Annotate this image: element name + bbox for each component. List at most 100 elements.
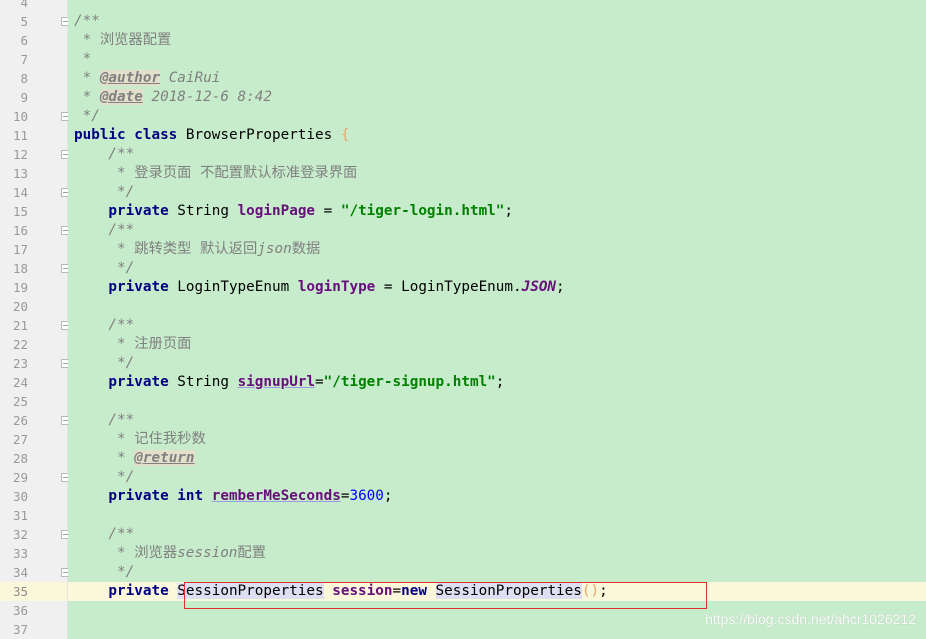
line-gutter[interactable]: 28 — [0, 449, 68, 468]
line-gutter[interactable]: 21 — [0, 316, 70, 335]
code-content[interactable]: * @date 2018-12-6 8:42 — [68, 88, 926, 107]
line-gutter[interactable]: 16 — [0, 221, 70, 240]
code-line[interactable]: 24 private String signupUrl="/tiger-sign… — [0, 373, 926, 392]
code-line[interactable]: 20 — [0, 297, 926, 316]
line-gutter[interactable]: 6 — [0, 31, 68, 50]
code-content[interactable]: * @return — [68, 449, 926, 468]
line-gutter[interactable]: 37 — [0, 620, 68, 639]
code-content[interactable]: */ — [68, 468, 926, 487]
line-gutter[interactable]: 13 — [0, 164, 68, 183]
line-gutter[interactable]: 34 — [0, 563, 70, 582]
line-gutter[interactable]: 12 — [0, 145, 70, 164]
code-content[interactable]: /** — [68, 12, 926, 31]
code-line[interactable]: 22 * 注册页面 — [0, 335, 926, 354]
line-gutter[interactable]: 22 — [0, 335, 68, 354]
code-line[interactable]: 19 private LoginTypeEnum loginType = Log… — [0, 278, 926, 297]
code-line[interactable]: 17 * 跳转类型 默认返回json数据 — [0, 240, 926, 259]
code-line[interactable]: 29 */ — [0, 468, 926, 487]
code-line[interactable]: 27 * 记住我秒数 — [0, 430, 926, 449]
line-gutter[interactable]: 10 — [0, 107, 70, 126]
code-content[interactable]: private SessionProperties session=new Se… — [68, 582, 926, 601]
code-line[interactable]: 12 /** — [0, 145, 926, 164]
line-gutter[interactable]: 24 — [0, 373, 68, 392]
code-content[interactable]: */ — [68, 259, 926, 278]
code-line[interactable]: 23 */ — [0, 354, 926, 373]
code-line[interactable]: 9 * @date 2018-12-6 8:42 — [0, 88, 926, 107]
code-content[interactable]: * — [68, 50, 926, 69]
line-gutter[interactable]: 27 — [0, 430, 68, 449]
code-editor[interactable]: 4 5/** 6 * 浏览器配置 7 * 8 * @author CaiRui 9 * @… — [0, 0, 926, 639]
code-content[interactable] — [68, 297, 926, 316]
line-gutter[interactable]: 7 — [0, 50, 68, 69]
code-content[interactable]: public class BrowserProperties { — [68, 126, 926, 145]
code-content[interactable]: private String signupUrl="/tiger-signup.… — [68, 373, 926, 392]
code-content[interactable]: /** — [68, 221, 926, 240]
line-gutter[interactable]: 33 — [0, 544, 68, 563]
code-content[interactable]: private LoginTypeEnum loginType = LoginT… — [68, 278, 926, 297]
code-content[interactable]: /** — [68, 145, 926, 164]
code-line[interactable]: 18 */ — [0, 259, 926, 278]
line-gutter[interactable]: 9 — [0, 88, 68, 107]
code-content[interactable] — [68, 506, 926, 525]
code-line[interactable]: 25 — [0, 392, 926, 411]
code-content[interactable]: */ — [68, 563, 926, 582]
code-content[interactable]: * 浏览器配置 — [68, 31, 926, 50]
code-line[interactable]: 4 — [0, 0, 926, 12]
code-content[interactable] — [68, 0, 926, 12]
line-gutter[interactable]: 8 — [0, 69, 68, 88]
code-line[interactable]: 5 /** — [0, 12, 926, 31]
code-line[interactable]: 30 private int remberMeSeconds=3600; — [0, 487, 926, 506]
code-line[interactable]: 28 * @return — [0, 449, 926, 468]
line-gutter[interactable]: 5 — [0, 12, 70, 31]
code-line[interactable]: 10 */ — [0, 107, 926, 126]
code-content[interactable]: */ — [68, 107, 926, 126]
line-gutter[interactable]: 35 — [0, 582, 68, 601]
code-content[interactable] — [68, 392, 926, 411]
line-gutter[interactable]: 31 — [0, 506, 68, 525]
code-content[interactable]: private int remberMeSeconds=3600; — [68, 487, 926, 506]
line-gutter[interactable]: 30 — [0, 487, 68, 506]
line-gutter[interactable]: 19 — [0, 278, 68, 297]
line-gutter[interactable]: 4 — [0, 0, 68, 12]
code-content[interactable]: /** — [68, 316, 926, 335]
code-content[interactable]: * 记住我秒数 — [68, 430, 926, 449]
code-content[interactable]: /** — [68, 411, 926, 430]
code-line[interactable]: 14 */ — [0, 183, 926, 202]
line-gutter[interactable]: 32 — [0, 525, 70, 544]
line-gutter[interactable]: 11 — [0, 126, 68, 145]
line-gutter[interactable]: 23 — [0, 354, 70, 373]
code-content[interactable]: */ — [68, 183, 926, 202]
code-line[interactable]: 13 * 登录页面 不配置默认标准登录界面 — [0, 164, 926, 183]
code-content[interactable]: */ — [68, 354, 926, 373]
line-gutter[interactable]: 14 — [0, 183, 70, 202]
code-content[interactable]: * 跳转类型 默认返回json数据 — [68, 240, 926, 259]
code-line[interactable]: 32 /** — [0, 525, 926, 544]
line-gutter[interactable]: 25 — [0, 392, 68, 411]
line-gutter[interactable]: 36 — [0, 601, 68, 620]
code-line[interactable]: 15 private String loginPage = "/tiger-lo… — [0, 202, 926, 221]
code-token: private — [74, 279, 178, 295]
code-content[interactable]: * 登录页面 不配置默认标准登录界面 — [68, 164, 926, 183]
code-content[interactable]: * @author CaiRui — [68, 69, 926, 88]
code-line[interactable]: 11 public class BrowserProperties { — [0, 126, 926, 145]
code-line[interactable]: 35 private SessionProperties session=new… — [0, 582, 926, 601]
code-line[interactable]: 31 — [0, 506, 926, 525]
line-gutter[interactable]: 15 — [0, 202, 68, 221]
line-gutter[interactable]: 18 — [0, 259, 70, 278]
line-gutter[interactable]: 17 — [0, 240, 68, 259]
code-content[interactable]: * 浏览器session配置 — [68, 544, 926, 563]
code-content[interactable]: * 注册页面 — [68, 335, 926, 354]
code-line[interactable]: 33 * 浏览器session配置 — [0, 544, 926, 563]
line-gutter[interactable]: 26 — [0, 411, 70, 430]
code-line[interactable]: 6 * 浏览器配置 — [0, 31, 926, 50]
code-line[interactable]: 7 * — [0, 50, 926, 69]
line-gutter[interactable]: 20 — [0, 297, 68, 316]
code-line[interactable]: 16 /** — [0, 221, 926, 240]
line-gutter[interactable]: 29 — [0, 468, 70, 487]
code-line[interactable]: 8 * @author CaiRui — [0, 69, 926, 88]
code-line[interactable]: 26 /** — [0, 411, 926, 430]
code-content[interactable]: private String loginPage = "/tiger-login… — [68, 202, 926, 221]
code-content[interactable]: /** — [68, 525, 926, 544]
code-line[interactable]: 34 */ — [0, 563, 926, 582]
code-line[interactable]: 21 /** — [0, 316, 926, 335]
